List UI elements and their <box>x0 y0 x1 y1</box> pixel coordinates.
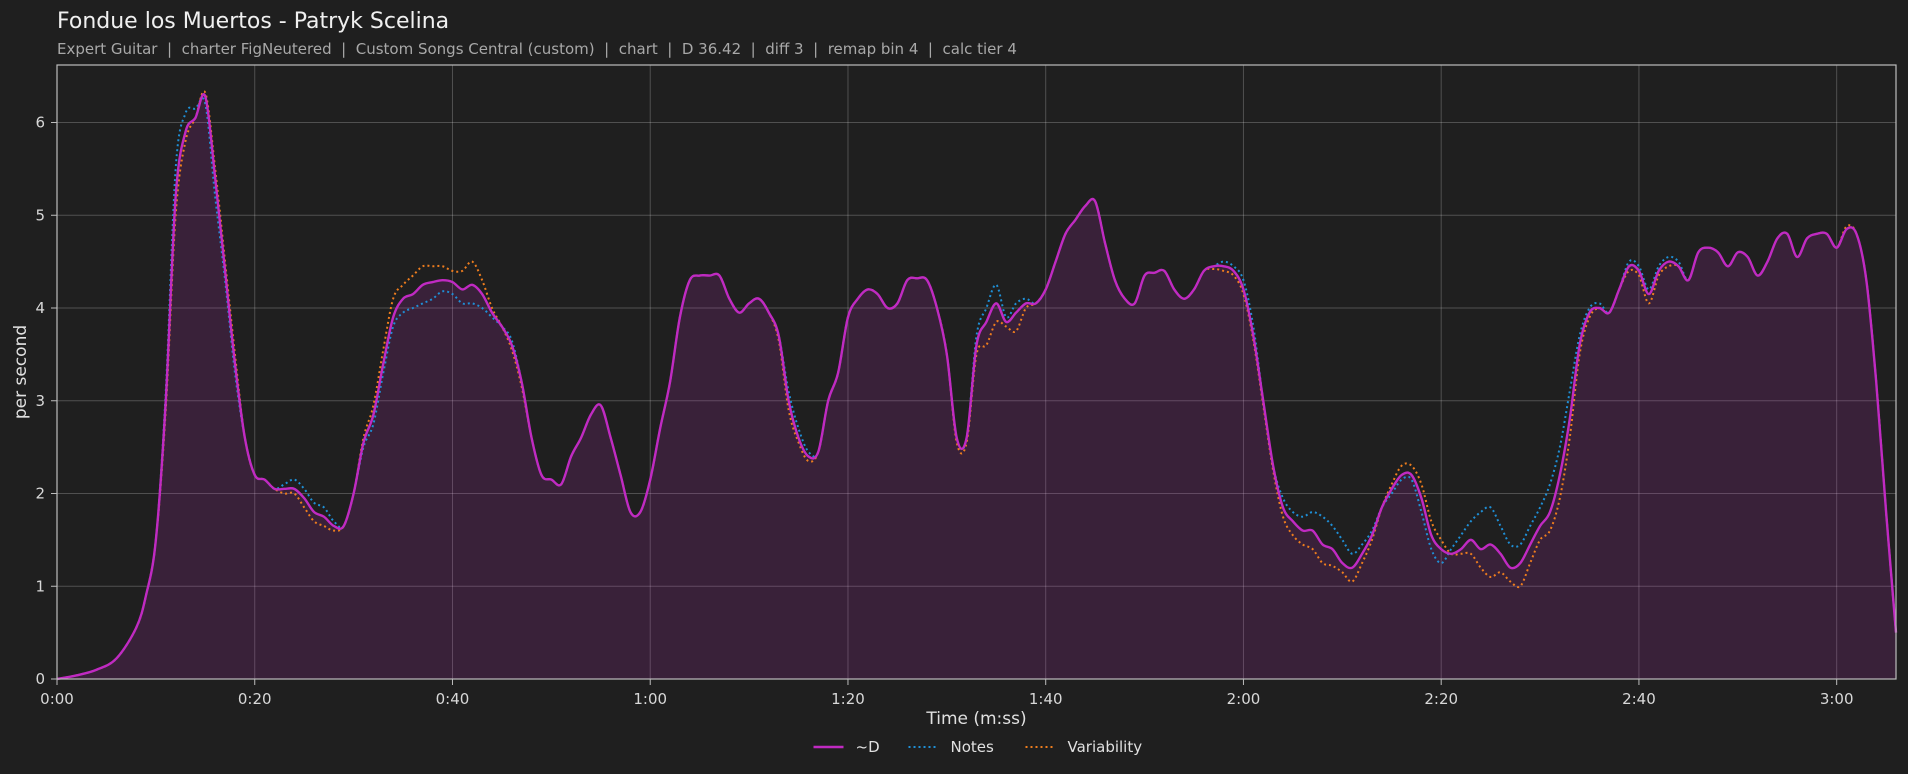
y-tick-label: 0 <box>35 670 45 688</box>
legend-item-notes: Notes <box>908 738 995 756</box>
legend-label: Variability <box>1068 738 1143 756</box>
legend: ~D Notes Variability <box>813 738 1143 756</box>
x-tick-label: 2:20 <box>1424 690 1458 708</box>
x-tick-label: 2:00 <box>1227 690 1261 708</box>
legend-item-variability: Variability <box>1025 738 1143 756</box>
y-tick-label: 2 <box>35 485 45 503</box>
y-tick-label: 6 <box>35 114 45 132</box>
y-tick-label: 3 <box>35 392 45 410</box>
x-tick-label: 0:20 <box>238 690 272 708</box>
series-fill-d <box>57 94 1896 679</box>
x-tick-label: 1:00 <box>633 690 667 708</box>
y-axis-label: per second <box>11 325 31 419</box>
y-tick-label: 1 <box>35 577 45 595</box>
series-fill-layer <box>57 94 1896 679</box>
x-tick-label: 1:20 <box>831 690 865 708</box>
x-tick-label: 0:00 <box>40 690 74 708</box>
chart-area: Fondue los Muertos - Patryk Scelina Expe… <box>11 9 1898 756</box>
chart-title: Fondue los Muertos - Patryk Scelina <box>57 9 449 34</box>
legend-label: ~D <box>856 738 880 756</box>
legend-label: Notes <box>951 738 995 756</box>
x-axis-label: Time (m:ss) <box>925 709 1026 729</box>
x-tick-label: 1:40 <box>1029 690 1063 708</box>
x-tick-label: 3:00 <box>1820 690 1854 708</box>
y-tick-label: 4 <box>35 299 45 317</box>
x-tick-label: 2:40 <box>1622 690 1656 708</box>
y-tick-label: 5 <box>35 206 45 224</box>
chart-subtitle: Expert Guitar | charter FigNeutered | Cu… <box>57 40 1017 58</box>
x-tick-label: 0:40 <box>436 690 470 708</box>
legend-item-d: ~D <box>813 738 880 756</box>
